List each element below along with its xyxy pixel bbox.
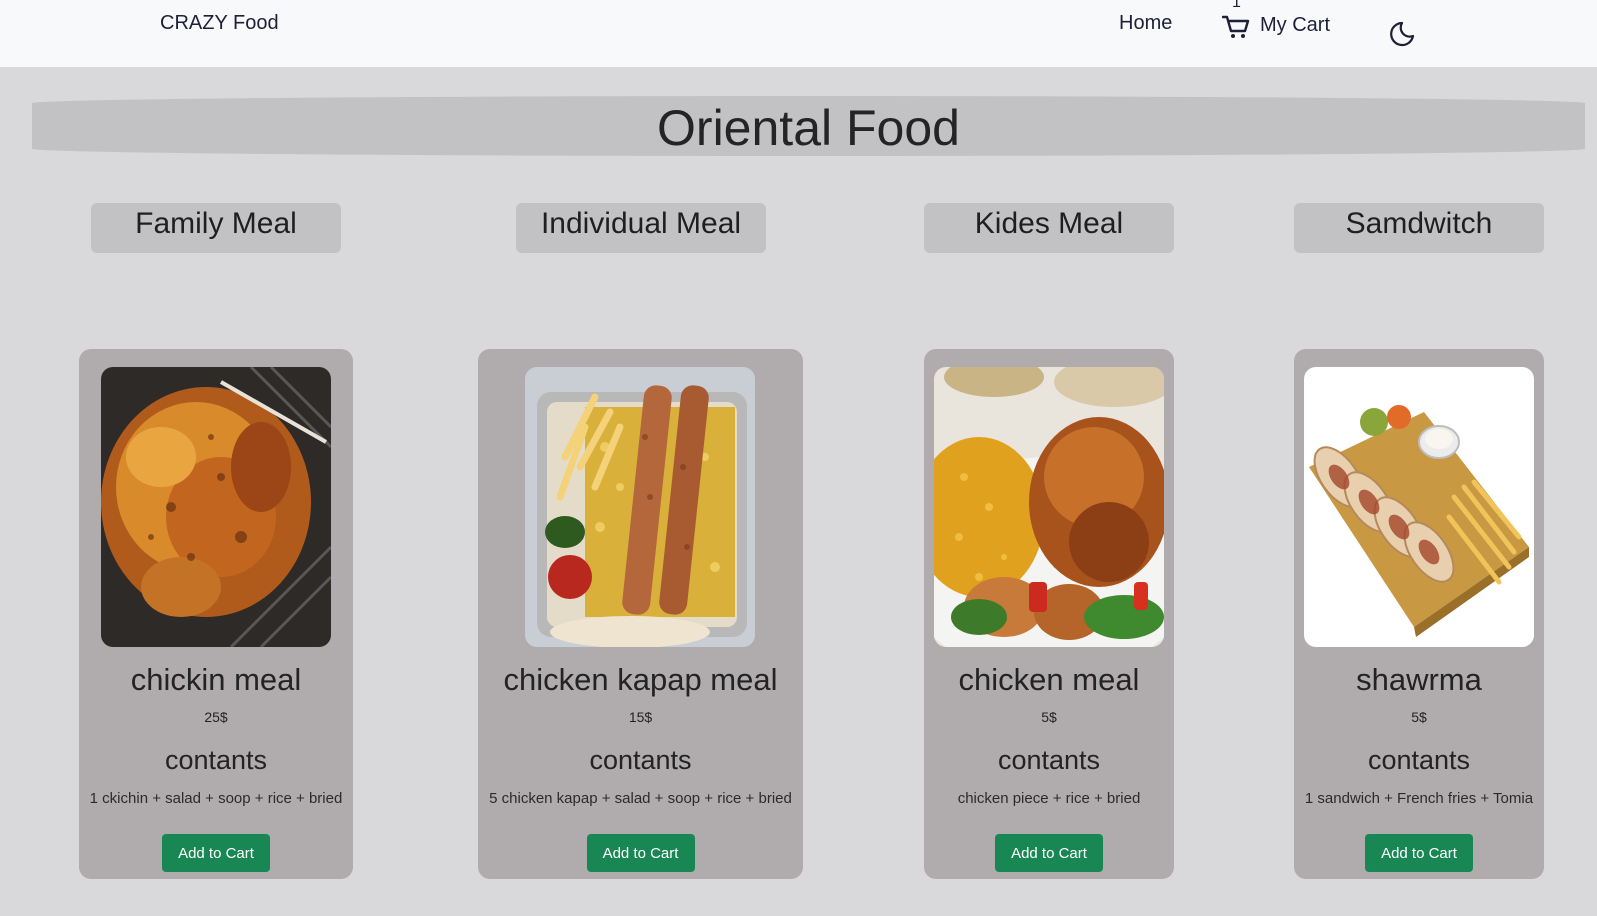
product-image: [934, 367, 1164, 647]
product-card: chickin meal 25$ contants 1 ckichin + sa…: [79, 349, 353, 879]
product-name: chicken meal: [958, 662, 1140, 697]
add-to-cart-button[interactable]: Add to Cart: [162, 834, 270, 872]
category-samdwitch[interactable]: Samdwitch: [1294, 203, 1544, 253]
contents-heading: contants: [1367, 745, 1471, 775]
product-card: chicken kapap meal 15$ contants 5 chicke…: [478, 349, 803, 879]
product-contents: 1 ckichin + salad + soop + rice + bried: [89, 790, 343, 807]
product-name: chicken kapap meal: [503, 662, 778, 697]
navbar: CRAZY Food Home 1 My Cart: [0, 0, 1597, 67]
product-price: 25$: [204, 709, 228, 725]
brand-link[interactable]: CRAZY Food: [160, 12, 279, 35]
category-kides-meal[interactable]: Kides Meal: [924, 203, 1174, 253]
product-card: shawrma 5$ contants 1 sandwich + French …: [1294, 349, 1544, 879]
product-image: [1304, 367, 1534, 647]
page-title: Oriental Food: [657, 100, 960, 156]
product-name: shawrma: [1356, 662, 1482, 697]
product-contents: 1 sandwich + French fries + Tomia: [1304, 790, 1534, 807]
category-family-meal[interactable]: Family Meal: [91, 203, 341, 253]
product-card: chicken meal 5$ contants chicken piece +…: [924, 349, 1174, 879]
product-contents: 5 chicken kapap + salad + soop + rice + …: [489, 790, 792, 807]
my-cart-label: My Cart: [1260, 13, 1330, 36]
product-contents: chicken piece + rice + bried: [957, 790, 1141, 807]
cart-count-badge: 1: [1232, 0, 1241, 11]
product-image: [525, 367, 755, 647]
contents-heading: contants: [589, 745, 692, 775]
category-individual-meal[interactable]: Individual Meal: [516, 203, 766, 253]
add-to-cart-button[interactable]: Add to Cart: [586, 834, 695, 872]
contents-heading: contants: [164, 745, 268, 775]
page-banner: Oriental Food: [32, 96, 1585, 156]
product-price: 15$: [628, 709, 653, 725]
nav-my-cart-link[interactable]: My Cart: [1222, 12, 1330, 38]
add-to-cart-button[interactable]: Add to Cart: [1365, 834, 1473, 872]
product-price: 5$: [1411, 709, 1427, 725]
product-price: 5$: [1041, 709, 1057, 725]
contents-heading: contants: [997, 745, 1101, 775]
product-image: [101, 367, 331, 647]
add-to-cart-button[interactable]: Add to Cart: [995, 834, 1103, 872]
product-name: chickin meal: [130, 662, 302, 697]
cart-icon: [1222, 15, 1250, 38]
nav-home-link[interactable]: Home: [1119, 12, 1172, 35]
moon-icon[interactable]: [1388, 20, 1416, 48]
